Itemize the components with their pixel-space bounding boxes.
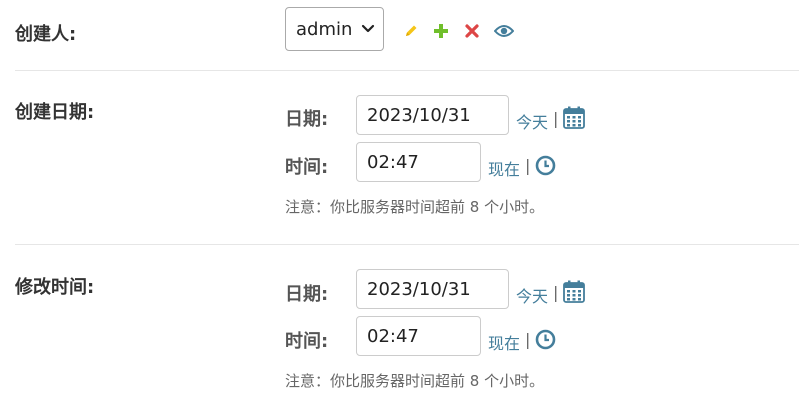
modified-date-input[interactable]: 2023/10/31: [356, 269, 509, 309]
separator: |: [553, 283, 559, 302]
eye-icon: [494, 25, 514, 37]
clock-button[interactable]: [535, 155, 556, 180]
modified-time-value: 02:47: [367, 325, 419, 347]
separator: |: [525, 156, 531, 175]
date-label: 日期:: [285, 284, 329, 305]
delete-related-button[interactable]: [463, 22, 481, 40]
modified-time-label: 修改时间:: [15, 277, 95, 298]
calendar-icon: [563, 106, 585, 129]
timezone-warning: 注意：你比服务器时间超前 8 个小时。: [285, 198, 545, 216]
add-related-button[interactable]: [432, 22, 450, 40]
chevron-down-icon: [361, 24, 375, 33]
timezone-warning: 注意：你比服务器时间超前 8 个小时。: [285, 372, 545, 390]
pencil-icon: [406, 25, 417, 36]
plus-icon: [434, 24, 448, 38]
created-date-value: 2023/10/31: [367, 104, 471, 126]
now-link[interactable]: 现在: [488, 330, 520, 354]
separator: |: [553, 109, 559, 128]
modified-time-input[interactable]: 02:47: [356, 316, 481, 356]
time-label: 时间:: [285, 331, 329, 352]
time-label: 时间:: [285, 157, 329, 178]
divider: [15, 244, 799, 245]
creator-select[interactable]: admin: [285, 7, 384, 51]
separator: |: [525, 330, 531, 349]
divider: [15, 70, 799, 71]
edit-related-button[interactable]: [402, 22, 420, 40]
clock-button[interactable]: [535, 329, 556, 354]
creator-label: 创建人:: [15, 24, 77, 45]
today-link[interactable]: 今天: [516, 283, 548, 307]
view-related-button[interactable]: [493, 22, 515, 40]
clock-icon: [535, 329, 556, 350]
creator-select-value: admin: [296, 18, 353, 40]
created-date-input[interactable]: 2023/10/31: [356, 95, 509, 135]
created-time-value: 02:47: [367, 151, 419, 173]
calendar-button[interactable]: [563, 280, 585, 307]
today-link[interactable]: 今天: [516, 109, 548, 133]
created-date-label: 创建日期:: [15, 102, 95, 123]
close-icon: [465, 24, 479, 38]
clock-icon: [535, 155, 556, 176]
calendar-button[interactable]: [563, 106, 585, 133]
now-link[interactable]: 现在: [488, 156, 520, 180]
modified-date-value: 2023/10/31: [367, 278, 471, 300]
created-time-input[interactable]: 02:47: [356, 142, 481, 182]
date-label: 日期:: [285, 109, 329, 130]
calendar-icon: [563, 280, 585, 303]
